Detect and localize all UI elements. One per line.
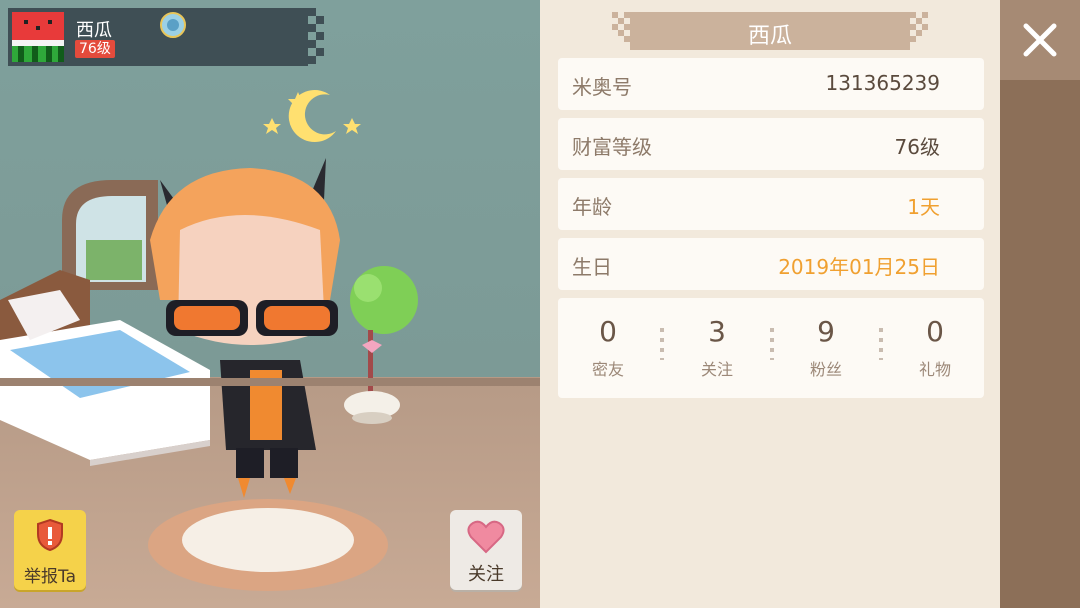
stat-value: 0 [926, 315, 944, 348]
stat-divider [770, 328, 774, 360]
social-stats: 0 密友 3 关注 9 粉丝 0 礼物 [558, 298, 984, 398]
info-label: 生日 [572, 255, 612, 279]
stat-fans[interactable]: 9 粉丝 [786, 314, 866, 380]
info-label: 年龄 [572, 195, 612, 219]
player-name: 西瓜 [76, 20, 112, 41]
close-button[interactable] [1000, 0, 1080, 80]
stat-following[interactable]: 3 关注 [677, 314, 757, 380]
stat-label: 礼物 [918, 360, 951, 379]
panel-title: 西瓜 [747, 24, 792, 49]
follow-button[interactable]: 关注 [450, 510, 522, 590]
character-scene: 西瓜 76级 举报Ta 关注 [0, 0, 540, 608]
report-label: 举报Ta [24, 567, 76, 587]
info-row-id: 米奥号 131365239 [558, 58, 984, 110]
header-pixel-edge [300, 8, 330, 66]
watermelon-avatar-icon[interactable] [12, 12, 64, 62]
info-row-birthday: 生日 2019年01月25日 [558, 238, 984, 290]
info-row-age: 年龄 1天 [558, 178, 984, 230]
side-strip [1000, 0, 1080, 608]
stat-value: 3 [708, 315, 726, 348]
shield-icon [37, 518, 63, 552]
info-value: 131365239 [825, 71, 940, 95]
info-label: 米奥号 [572, 75, 632, 99]
stat-value: 0 [599, 315, 617, 348]
stat-close-friends[interactable]: 0 密友 [568, 314, 648, 380]
close-icon [1023, 23, 1057, 57]
heart-icon [467, 520, 505, 554]
report-button[interactable]: 举报Ta [14, 510, 86, 590]
stat-value: 9 [817, 315, 835, 348]
level-badge: 76级 [75, 40, 115, 58]
medal-icon[interactable] [160, 12, 186, 38]
info-value: 76级 [894, 135, 940, 159]
stat-label: 粉丝 [809, 360, 842, 379]
follow-label: 关注 [468, 564, 504, 585]
panel-title-bar: 西瓜 [630, 12, 910, 50]
info-value: 1天 [907, 195, 940, 219]
stat-label: 关注 [700, 360, 733, 379]
profile-info-panel: 西瓜 米奥号 131365239 财富等级 76级 年龄 1天 生日 2019年… [540, 0, 1000, 608]
title-checker-right [892, 12, 928, 50]
floor-trim [0, 378, 540, 386]
info-value: 2019年01月25日 [778, 255, 940, 279]
info-label: 财富等级 [572, 135, 652, 159]
stat-gifts[interactable]: 0 礼物 [895, 314, 975, 380]
player-header: 西瓜 76级 [8, 8, 308, 66]
info-row-wealth-level: 财富等级 76级 [558, 118, 984, 170]
stat-label: 密友 [591, 360, 624, 379]
stat-divider [660, 328, 664, 360]
stat-divider [879, 328, 883, 360]
